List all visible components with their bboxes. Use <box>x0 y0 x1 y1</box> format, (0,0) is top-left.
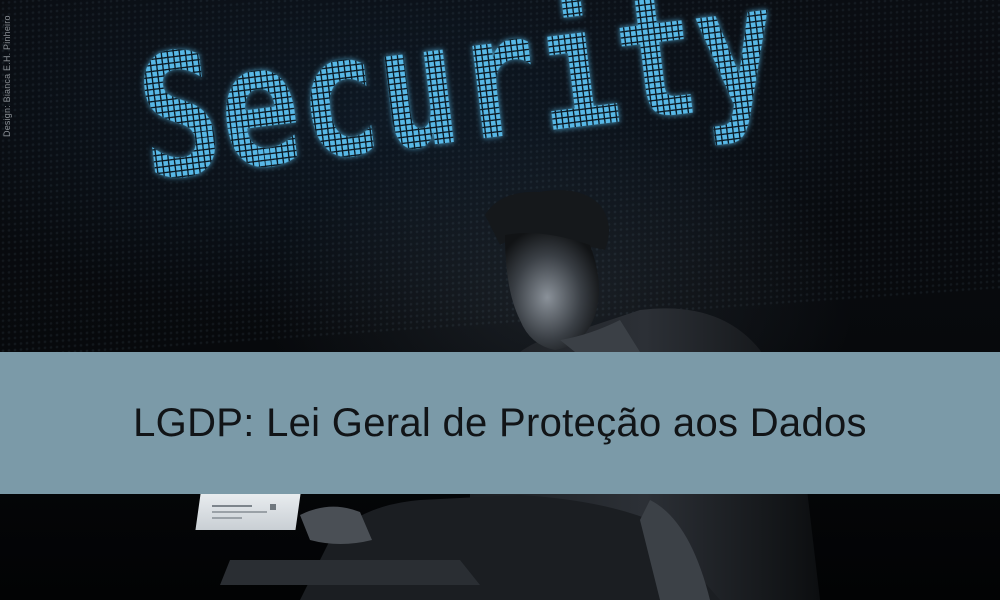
hero-image: Security Design: Bianca E.H. Pinheiro LG… <box>0 0 1000 600</box>
title-banner: LGDP: Lei Geral de Proteção aos Dados <box>0 352 1000 494</box>
page-title: LGDP: Lei Geral de Proteção aos Dados <box>133 400 867 445</box>
person-silhouette <box>220 190 820 600</box>
laptop-screen-content <box>212 504 276 519</box>
